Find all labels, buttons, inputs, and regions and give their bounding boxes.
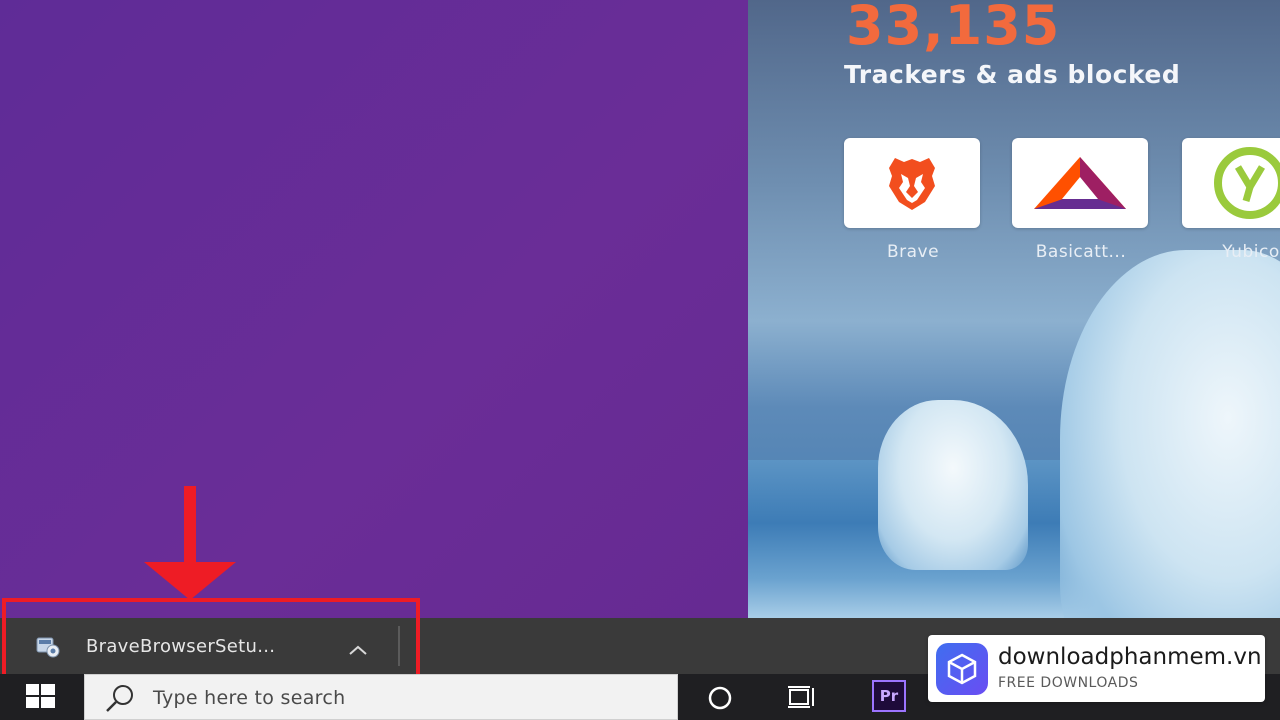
- watermark-title: downloadphanmem.vn: [998, 644, 1262, 670]
- trackers-blocked-label: Trackers & ads blocked: [844, 60, 1181, 89]
- yubico-icon: [1214, 147, 1280, 219]
- top-site-tile-basicattention[interactable]: Basicatt...: [1012, 138, 1150, 262]
- top-site-label: Basicatt...: [1035, 242, 1127, 262]
- windows-start-icon[interactable]: [26, 684, 56, 714]
- premiere-pro-taskbar-app[interactable]: Pr: [872, 680, 906, 712]
- brave-lion-icon: [889, 158, 935, 210]
- background-iceberg: [1060, 250, 1280, 618]
- annotation-highlight-box: [2, 598, 420, 684]
- top-site-label: Brave: [886, 242, 940, 262]
- search-placeholder: Type here to search: [153, 687, 346, 709]
- taskbar-search-box[interactable]: Type here to search: [84, 674, 678, 720]
- trackers-blocked-count: 33,135: [846, 0, 1061, 57]
- watermark-logo-icon: [936, 643, 988, 695]
- annotation-arrow-icon: [144, 486, 236, 600]
- top-site-label: Yubico: [1222, 242, 1280, 262]
- background-iceberg-small: [878, 400, 1028, 570]
- task-view-icon[interactable]: [786, 684, 818, 714]
- site-watermark: downloadphanmem.vn FREE DOWNLOADS: [928, 635, 1265, 702]
- desktop-background: [0, 0, 748, 618]
- brave-new-tab-page: 33,135 Trackers & ads blocked Brave Basi…: [748, 0, 1280, 618]
- watermark-subtitle: FREE DOWNLOADS: [998, 675, 1139, 691]
- top-site-tile-yubico[interactable]: Yubico: [1182, 138, 1280, 262]
- search-icon: [103, 683, 137, 717]
- top-site-tile-brave[interactable]: Brave: [844, 138, 982, 262]
- bat-triangle-icon: [1034, 157, 1126, 209]
- cortana-circle-icon[interactable]: [706, 684, 734, 716]
